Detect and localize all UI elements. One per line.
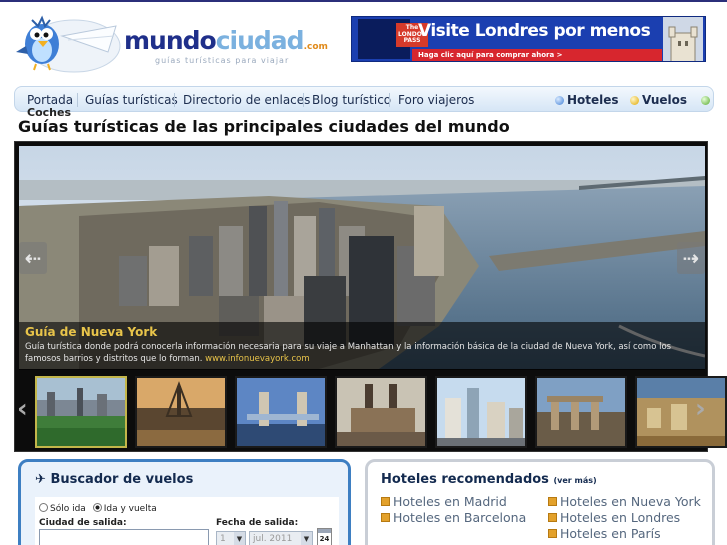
thumb-image — [137, 378, 225, 446]
main-nav: Portada Guías turísticas Directorio de e… — [14, 86, 714, 112]
departure-month-select[interactable]: jul. 2011 ▼ — [249, 531, 313, 545]
nav-hoteles[interactable]: Hoteles — [555, 93, 619, 107]
thumb-praga[interactable] — [335, 376, 427, 448]
recommended-hotels-box: Hoteles recomendados (ver más) Hoteles e… — [365, 459, 715, 545]
nav-guias[interactable]: Guías turísticas — [85, 93, 178, 107]
departure-day-select[interactable]: 1 ▼ — [216, 531, 246, 545]
globe-yellow-icon — [630, 96, 639, 105]
bullet-icon — [548, 529, 557, 538]
hotel-link-paris[interactable]: Hoteles en París — [548, 526, 661, 541]
thumb-image — [37, 378, 125, 446]
logo-wordmark: mundociudad.com — [124, 26, 328, 55]
departure-city-label: Ciudad de salida: — [39, 518, 127, 528]
flight-search-form: Sólo ida Ida y vuelta Ciudad de salida: … — [35, 497, 339, 545]
slider-prev-button[interactable]: ⇠ — [19, 242, 47, 274]
bullet-icon — [548, 497, 557, 506]
thumb-image — [437, 378, 525, 446]
thumb-roma[interactable] — [635, 376, 727, 448]
chevron-down-icon: ▼ — [234, 532, 245, 545]
departure-city-input[interactable] — [39, 529, 209, 545]
banner-title: Visite Londres por menos — [418, 21, 651, 41]
hotel-link-nueva-york[interactable]: Hoteles en Nueva York — [548, 494, 701, 509]
chevron-down-icon: ▼ — [301, 532, 312, 545]
logo-tagline: guías turísticas para viajar — [155, 56, 290, 65]
thumbs-next-arrow-icon[interactable]: › — [695, 394, 706, 424]
thumb-image — [337, 378, 425, 446]
nav-vuelos[interactable]: Vuelos — [630, 93, 687, 107]
nav-portada[interactable]: Portada — [27, 93, 73, 107]
nav-divider — [303, 93, 304, 107]
hotels-title: Hoteles recomendados (ver más) — [381, 472, 597, 487]
bird-mascot-icon — [16, 15, 121, 73]
slider-thumbnails: ‹ › — [17, 376, 727, 448]
thumb-image — [237, 378, 325, 446]
nav-divider — [77, 93, 78, 107]
bullet-icon — [381, 497, 390, 506]
globe-blue-icon — [555, 96, 564, 105]
nav-directorio[interactable]: Directorio de enlaces — [183, 93, 310, 107]
nav-coches-icon-slot[interactable] — [701, 93, 713, 107]
city-slider: ⇠ ⇢ Guía de Nueva York Guía turística do… — [14, 141, 727, 452]
see-more-link[interactable]: (ver más) — [553, 476, 596, 485]
slide-caption-text: Guía turística donde podrá conocerla inf… — [25, 342, 672, 365]
nav-divider — [389, 93, 390, 107]
slide-caption-title[interactable]: Guía de Nueva York — [25, 325, 699, 339]
departure-date-label: Fecha de salida: — [216, 518, 299, 528]
thumb-paris[interactable] — [135, 376, 227, 448]
nav-blog[interactable]: Blog turístico — [312, 93, 391, 107]
thumb-londres[interactable] — [235, 376, 327, 448]
top-rule — [0, 0, 727, 2]
thumb-barcelona[interactable] — [435, 376, 527, 448]
slide-caption-link[interactable]: www.infonuevayork.com — [205, 354, 309, 364]
flight-search-title: ✈ Buscador de vuelos — [35, 472, 194, 487]
hotel-link-barcelona[interactable]: Hoteles en Barcelona — [381, 510, 531, 526]
bullet-icon — [548, 513, 557, 522]
page-title: Guías turísticas de las principales ciud… — [18, 117, 510, 136]
thumbs-prev-arrow-icon[interactable]: ‹ — [17, 394, 28, 424]
bullet-icon — [381, 513, 390, 522]
round-trip-radio[interactable] — [92, 503, 102, 512]
round-trip-label: Ida y vuelta — [103, 504, 157, 514]
hotel-link-londres[interactable]: Hoteles en Londres — [548, 510, 680, 525]
one-way-label: Sólo ida — [50, 504, 86, 514]
calendar-icon[interactable]: 24 — [317, 528, 332, 545]
banner-subtitle: Haga clic aquí para comprar ahora > — [418, 51, 563, 59]
slider-next-button[interactable]: ⇢ — [677, 242, 705, 274]
nav-foro[interactable]: Foro viajeros — [398, 93, 474, 107]
london-pass-banner[interactable]: The LONDON PASS Visite Londres por menos… — [351, 16, 706, 62]
nav-divider — [174, 93, 175, 107]
globe-green-icon — [701, 96, 710, 105]
site-logo[interactable]: mundociudad.com guías turísticas para vi… — [12, 6, 328, 76]
thumb-nueva-york[interactable] — [35, 376, 127, 448]
slide-caption: Guía de Nueva York Guía turística donde … — [19, 322, 705, 370]
flight-search-box: ✈ Buscador de vuelos Sólo ida Ida y vuel… — [18, 459, 351, 545]
hotel-link-madrid[interactable]: Hoteles en Madrid — [381, 494, 507, 509]
thumb-madrid[interactable] — [535, 376, 627, 448]
one-way-radio[interactable] — [39, 503, 48, 512]
tower-of-london-icon — [663, 17, 703, 61]
thumb-image — [637, 378, 725, 446]
trip-type-options: Sólo ida Ida y vuelta — [39, 503, 157, 514]
plane-icon: ✈ — [35, 472, 46, 487]
thumb-image — [537, 378, 625, 446]
